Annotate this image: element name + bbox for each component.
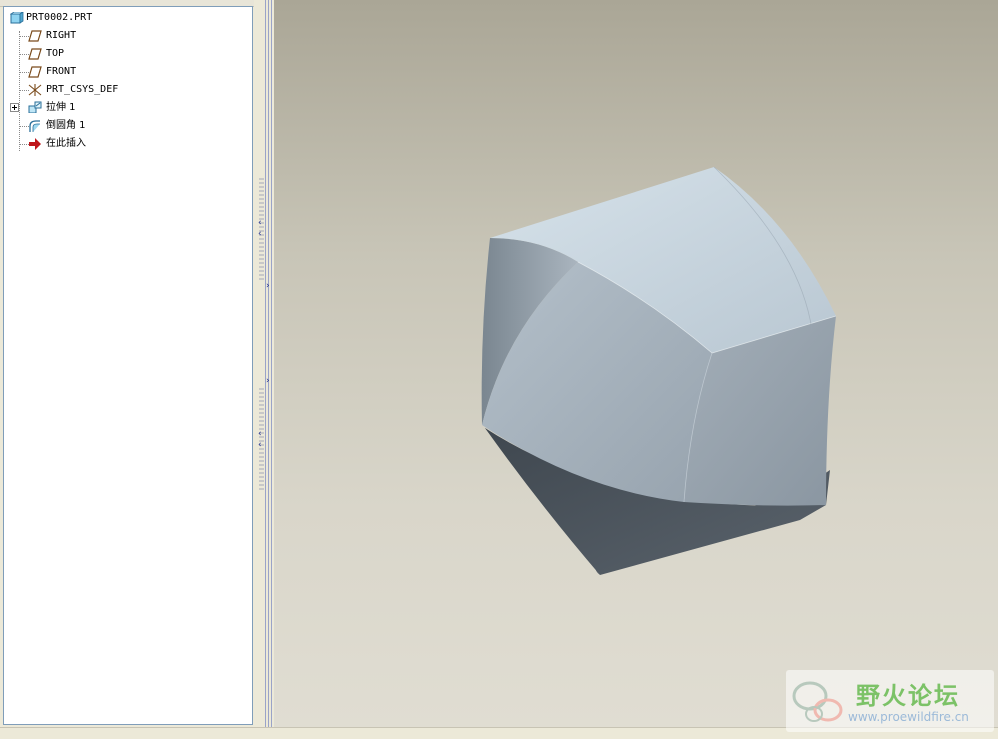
watermark-title: 野火论坛 [856,682,960,710]
tree-item-csys[interactable]: PRT_CSYS_DEF [28,81,248,99]
collapse-left-icon[interactable]: ‹ [258,219,262,228]
tree-root-label: PRT0002.PRT [26,12,93,23]
forum-watermark: 野火论坛 www.proewildfire.cn [786,670,994,732]
splitter-line [271,0,272,727]
panel-splitter[interactable]: ‹ ‹ › › ‹ ‹ [254,0,274,727]
splitter-line [268,0,269,727]
collapse-left-icon[interactable]: ‹ [258,230,262,239]
extrude-icon [28,101,42,113]
tree-item-label: 拉伸 1 [46,102,76,113]
tree-item-extrude[interactable]: 拉伸 1 [10,99,250,117]
graphics-viewport[interactable] [274,0,998,727]
insert-here-arrow-icon [29,138,41,150]
datum-plane-icon [28,30,42,42]
expand-right-icon[interactable]: › [266,282,270,291]
part-icon [10,12,24,24]
tree-item-round[interactable]: 倒圆角 1 [28,117,248,135]
expand-plus-icon[interactable] [10,103,24,115]
model-tree[interactable]: PRT0002.PRT RIGHT TOP FRONT PRT_CSYS_DEF… [3,6,253,725]
tree-item-label: FRONT [46,66,77,77]
tree-item-label: 倒圆角 1 [46,120,86,131]
splitter-line [265,0,266,727]
tree-item-top[interactable]: TOP [28,45,248,63]
model-tree-panel: PRT0002.PRT RIGHT TOP FRONT PRT_CSYS_DEF… [0,0,256,727]
tree-item-front[interactable]: FRONT [28,63,248,81]
expand-right-icon[interactable]: › [266,377,270,386]
tree-item-right[interactable]: RIGHT [28,27,248,45]
tree-item-label: RIGHT [46,30,77,41]
collapse-left-icon[interactable]: ‹ [258,430,262,439]
rounded-cube-model[interactable] [274,0,998,727]
tree-item-label: PRT_CSYS_DEF [46,84,119,95]
tree-connector-line [19,31,20,151]
tree-item-insert-here[interactable]: 在此插入 [28,135,248,153]
tree-item-label: 在此插入 [46,138,86,149]
collapse-left-icon[interactable]: ‹ [258,441,262,450]
datum-plane-icon [28,48,42,60]
tree-root-item[interactable]: PRT0002.PRT [8,9,248,27]
watermark-url: www.proewildfire.cn [848,710,969,724]
datum-plane-icon [28,66,42,78]
round-icon [29,120,40,132]
butterfly-logo-icon [792,681,843,722]
coordinate-system-icon [28,84,42,96]
tree-item-label: TOP [46,48,65,59]
